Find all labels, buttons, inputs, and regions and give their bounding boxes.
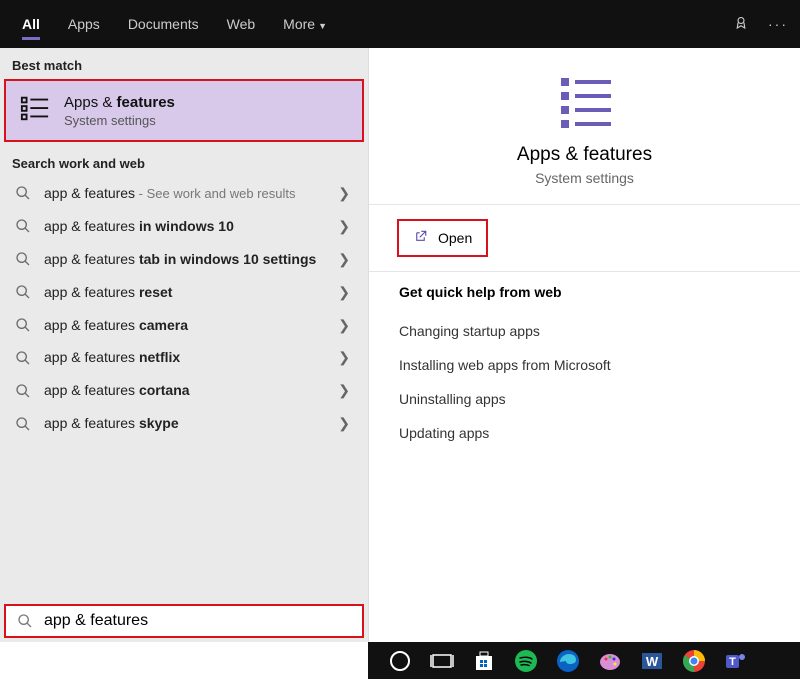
web-result-item[interactable]: app & features - See work and web result… [0, 177, 368, 210]
store-icon[interactable] [472, 649, 496, 673]
cortana-icon[interactable] [388, 649, 412, 673]
best-match-header: Best match [0, 48, 368, 79]
search-box[interactable] [4, 604, 364, 638]
open-button[interactable]: Open [397, 219, 488, 257]
open-external-icon [413, 229, 428, 247]
search-icon [16, 613, 34, 629]
web-result-item[interactable]: app & features netflix ❯ [0, 341, 368, 374]
word-icon[interactable]: W [640, 649, 664, 673]
chevron-right-icon[interactable]: ❯ [338, 382, 354, 399]
task-view-icon[interactable] [430, 649, 454, 673]
search-icon [14, 416, 32, 432]
best-match-item[interactable]: Apps & features System settings [4, 79, 364, 142]
quick-help-link[interactable]: Uninstalling apps [399, 382, 770, 416]
preview-pane: Apps & features System settings Open Get… [368, 48, 800, 642]
tab-all[interactable]: All [8, 4, 54, 44]
web-result-item[interactable]: app & features skype ❯ [0, 407, 368, 440]
search-icon [14, 218, 32, 234]
teams-icon[interactable]: T [724, 649, 748, 673]
search-input[interactable] [44, 612, 352, 630]
result-label: app & features camera [44, 316, 326, 335]
web-result-item[interactable]: app & features cortana ❯ [0, 374, 368, 407]
quick-help-link[interactable]: Updating apps [399, 416, 770, 450]
result-label: app & features tab in windows 10 setting… [44, 250, 326, 269]
result-label: app & features in windows 10 [44, 217, 326, 236]
apps-features-settings-icon [20, 93, 50, 128]
search-icon [14, 251, 32, 267]
search-icon [14, 284, 32, 300]
more-options-button[interactable]: ··· [768, 16, 788, 32]
best-match-title: Apps & features [64, 94, 175, 111]
chevron-right-icon[interactable]: ❯ [338, 218, 354, 235]
taskbar: W T [368, 642, 800, 679]
spotify-icon[interactable] [514, 649, 538, 673]
web-result-item[interactable]: app & features in windows 10 ❯ [0, 210, 368, 243]
tab-web[interactable]: Web [213, 4, 270, 44]
result-label: app & features reset [44, 283, 326, 302]
paint-icon[interactable] [598, 649, 622, 673]
web-result-item[interactable]: app & features reset ❯ [0, 276, 368, 309]
search-icon [14, 185, 32, 201]
web-result-item[interactable]: app & features tab in windows 10 setting… [0, 243, 368, 276]
chevron-right-icon[interactable]: ❯ [338, 284, 354, 301]
svg-text:W: W [646, 654, 659, 669]
chevron-right-icon[interactable]: ❯ [338, 317, 354, 334]
caret-down-icon: ▼ [318, 21, 327, 31]
search-icon [14, 350, 32, 366]
search-icon [14, 383, 32, 399]
result-label: app & features skype [44, 414, 326, 433]
quick-help-header: Get quick help from web [399, 284, 770, 300]
preview-apps-features-icon [555, 72, 615, 132]
preview-title: Apps & features [369, 144, 800, 166]
chevron-right-icon[interactable]: ❯ [338, 185, 354, 202]
search-icon [14, 317, 32, 333]
result-label: app & features cortana [44, 381, 326, 400]
preview-subtitle: System settings [369, 170, 800, 186]
chevron-right-icon[interactable]: ❯ [338, 349, 354, 366]
rewards-icon[interactable] [732, 13, 750, 36]
best-match-subtitle: System settings [64, 113, 175, 128]
search-web-header: Search work and web [0, 146, 368, 177]
web-result-item[interactable]: app & features camera ❯ [0, 309, 368, 342]
chevron-right-icon[interactable]: ❯ [338, 415, 354, 432]
quick-help-link[interactable]: Installing web apps from Microsoft [399, 348, 770, 382]
search-filter-tabs: All Apps Documents Web More▼ ··· [0, 0, 800, 48]
svg-text:T: T [729, 656, 736, 668]
tab-apps[interactable]: Apps [54, 4, 114, 44]
tab-documents[interactable]: Documents [114, 4, 213, 44]
chrome-icon[interactable] [682, 649, 706, 673]
result-label: app & features - See work and web result… [44, 184, 326, 203]
results-pane: Best match Apps & features System settin… [0, 48, 368, 642]
edge-icon[interactable] [556, 649, 580, 673]
chevron-right-icon[interactable]: ❯ [338, 251, 354, 268]
quick-help-link[interactable]: Changing startup apps [399, 314, 770, 348]
result-label: app & features netflix [44, 348, 326, 367]
tab-more[interactable]: More▼ [269, 4, 341, 44]
